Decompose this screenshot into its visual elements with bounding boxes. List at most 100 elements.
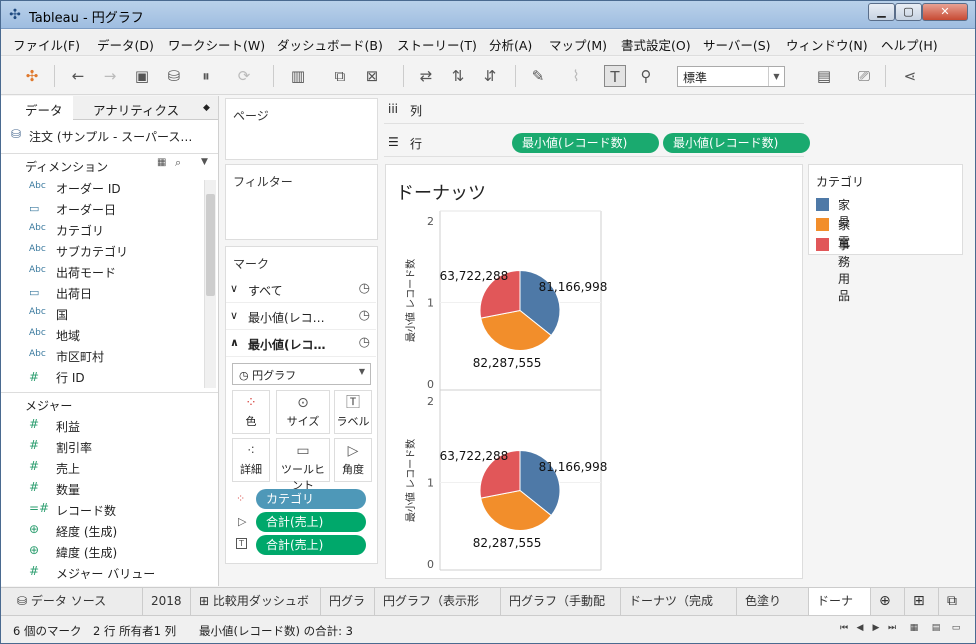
highlight-icon[interactable]: ✎ bbox=[527, 65, 549, 87]
dimension-field[interactable]: Abc オーダー ID bbox=[1, 178, 201, 199]
menu-window[interactable]: ウィンドウ(N) bbox=[786, 35, 868, 54]
tab-scroll-icon[interactable]: ◆ bbox=[203, 103, 210, 113]
marks-all-row[interactable]: ∨ すべて ◷ bbox=[226, 277, 376, 303]
menu-worksheet[interactable]: ワークシート(W) bbox=[168, 35, 265, 54]
dimension-field[interactable]: Abc 市区町村 bbox=[1, 346, 201, 367]
new-worksheet-icon[interactable]: ▥ bbox=[287, 65, 309, 87]
first-sheet-icon[interactable]: ⏮ bbox=[837, 623, 851, 633]
dimension-field[interactable]: ▭ 出荷日 bbox=[1, 283, 201, 304]
pill-category[interactable]: カテゴリ bbox=[256, 489, 366, 509]
minimize-button[interactable]: ▁ bbox=[868, 3, 895, 21]
pause-updates-icon[interactable]: ⏸ bbox=[195, 65, 217, 87]
tab-compare-dashboard[interactable]: ⊞ 比較用ダッシュボード bbox=[191, 588, 321, 635]
angle-button[interactable]: ▷ 角度 bbox=[334, 438, 372, 482]
menu-format[interactable]: 書式設定(O) bbox=[621, 35, 691, 54]
pin-icon[interactable]: ⚲ bbox=[635, 65, 657, 87]
tab-2018[interactable]: 2018 bbox=[143, 588, 191, 615]
rows-shelf[interactable]: ☰ 行 最小値(レコード数) 最小値(レコード数) bbox=[384, 129, 810, 157]
menu-server[interactable]: サーバー(S) bbox=[703, 35, 771, 54]
show-labels-icon[interactable]: T bbox=[604, 65, 626, 87]
chevron-down-icon[interactable]: ▼ bbox=[201, 157, 208, 167]
attach-icon[interactable]: ⌇ bbox=[565, 65, 587, 87]
tooltip-button[interactable]: ▭ ツールヒント bbox=[276, 438, 330, 492]
tab-datasource[interactable]: ⛁ データ ソース bbox=[1, 588, 143, 615]
view-list-icon[interactable]: ▦ bbox=[157, 157, 166, 168]
pages-card[interactable]: ページ bbox=[225, 98, 378, 160]
datasource-name[interactable]: 注文 (サンプル - スーパース… bbox=[29, 128, 192, 145]
tab-donut[interactable]: ドーナッツ bbox=[809, 588, 871, 635]
next-sheet-icon[interactable]: ▶ bbox=[869, 623, 883, 633]
dimension-field[interactable]: Abc カテゴリ bbox=[1, 220, 201, 241]
undo-icon[interactable]: ← bbox=[67, 65, 89, 87]
pill-sum-sales-label[interactable]: 合計(売上) bbox=[256, 535, 366, 555]
menu-data[interactable]: データ(D) bbox=[97, 35, 154, 54]
clear-sheet-icon[interactable]: ⊠ bbox=[361, 65, 383, 87]
new-story-icon[interactable]: ⧉ bbox=[939, 588, 975, 615]
tab-analytics[interactable]: アナリティクス bbox=[93, 100, 179, 119]
measure-field[interactable]: ⊕ 緯度 (生成) bbox=[1, 542, 201, 563]
menu-story[interactable]: ストーリー(T) bbox=[397, 35, 477, 54]
sort-descending-icon[interactable]: ⇵ bbox=[479, 65, 501, 87]
row-pill-1[interactable]: 最小値(レコード数) bbox=[512, 133, 659, 153]
maximize-button[interactable]: ▢ bbox=[895, 3, 922, 21]
refresh-icon[interactable]: ⟳ bbox=[233, 65, 255, 87]
marks-layer2-row[interactable]: ∧ 最小値(レコ… ◷ bbox=[226, 331, 376, 357]
new-dashboard-icon[interactable]: ⊞ bbox=[905, 588, 939, 615]
detail-button[interactable]: ⁖ 詳細 bbox=[232, 438, 270, 482]
dimension-label: サブカテゴリ bbox=[56, 245, 129, 259]
measure-field[interactable]: # 売上 bbox=[1, 458, 201, 479]
measure-field[interactable]: # 利益 bbox=[1, 416, 201, 437]
measure-field[interactable]: =# レコード数 bbox=[1, 500, 201, 521]
columns-shelf[interactable]: iii 列 bbox=[384, 96, 804, 124]
tab-pie-format[interactable]: 円グラフ（表示形式） bbox=[375, 588, 501, 635]
measure-field[interactable]: # 割引率 bbox=[1, 437, 201, 458]
tab-data[interactable]: データ bbox=[1, 96, 73, 120]
sort-ascending-icon[interactable]: ⇅ bbox=[447, 65, 469, 87]
dimension-field[interactable]: # 行 ID bbox=[1, 367, 201, 388]
menu-file[interactable]: ファイル(F) bbox=[13, 35, 80, 54]
last-sheet-icon[interactable]: ⏭ bbox=[885, 623, 899, 633]
prev-sheet-icon[interactable]: ◀ bbox=[853, 623, 867, 633]
measure-field[interactable]: # メジャー バリュー bbox=[1, 563, 201, 584]
measure-field[interactable]: ⊕ 経度 (生成) bbox=[1, 521, 201, 542]
dimensions-scrollbar[interactable] bbox=[204, 180, 216, 388]
menu-analysis[interactable]: 分析(A) bbox=[489, 35, 532, 54]
tab-donut-final[interactable]: ドーナツ（完成形） bbox=[621, 588, 737, 635]
pill-sum-sales-angle[interactable]: 合計(売上) bbox=[256, 512, 366, 532]
dimension-field[interactable]: Abc 国 bbox=[1, 304, 201, 325]
tab-pie-manual[interactable]: 円グラフ（手動配置） bbox=[501, 588, 621, 635]
label-button[interactable]: 🅃 ラベル bbox=[334, 390, 372, 434]
save-icon[interactable]: ▣ bbox=[131, 65, 153, 87]
share-icon[interactable]: ⋖ bbox=[899, 65, 921, 87]
color-button[interactable]: ⁘ 色 bbox=[232, 390, 270, 434]
dimension-field[interactable]: Abc 出荷モード bbox=[1, 262, 201, 283]
tabs-icon[interactable]: ▭ bbox=[949, 623, 963, 633]
filters-card[interactable]: フィルター bbox=[225, 164, 378, 240]
tableau-home-icon[interactable]: ✣ bbox=[21, 65, 43, 87]
row-pill-2[interactable]: 最小値(レコード数) bbox=[663, 133, 810, 153]
show-cards-icon[interactable]: ▤ bbox=[813, 65, 835, 87]
duplicate-icon[interactable]: ⧉ bbox=[329, 65, 351, 87]
mark-type-dropdown[interactable]: ◷ 円グラフ ▼ bbox=[232, 363, 371, 385]
dimension-field[interactable]: ▭ オーダー日 bbox=[1, 199, 201, 220]
tab-pie[interactable]: 円グラフ bbox=[321, 588, 375, 635]
fit-dropdown[interactable]: 標準 ▼ bbox=[677, 66, 785, 87]
dimension-field[interactable]: Abc サブカテゴリ bbox=[1, 241, 201, 262]
new-worksheet-icon[interactable]: ⊕ bbox=[871, 588, 905, 615]
menu-map[interactable]: マップ(M) bbox=[549, 35, 607, 54]
menu-help[interactable]: ヘルプ(H) bbox=[881, 35, 938, 54]
marks-layer1-row[interactable]: ∨ 最小値(レコ… ◷ bbox=[226, 304, 376, 330]
new-datasource-icon[interactable]: ⛁ bbox=[163, 65, 185, 87]
presentation-icon[interactable]: ⎚ bbox=[853, 65, 875, 87]
filmstrip-icon[interactable]: ▤ bbox=[929, 623, 943, 633]
dimension-field[interactable]: Abc 地域 bbox=[1, 325, 201, 346]
redo-icon[interactable]: → bbox=[99, 65, 121, 87]
search-icon[interactable]: ⌕ bbox=[175, 156, 181, 170]
swap-icon[interactable]: ⇄ bbox=[415, 65, 437, 87]
close-button[interactable]: ✕ bbox=[922, 3, 968, 21]
menu-dashboard[interactable]: ダッシュボード(B) bbox=[277, 35, 383, 54]
tab-filled-map[interactable]: 色塗りMAP bbox=[737, 588, 809, 635]
measure-field[interactable]: # 数量 bbox=[1, 479, 201, 500]
sheet-sorter-icon[interactable]: ▦ bbox=[907, 623, 921, 633]
size-button[interactable]: ⊙ サイズ bbox=[276, 390, 330, 434]
